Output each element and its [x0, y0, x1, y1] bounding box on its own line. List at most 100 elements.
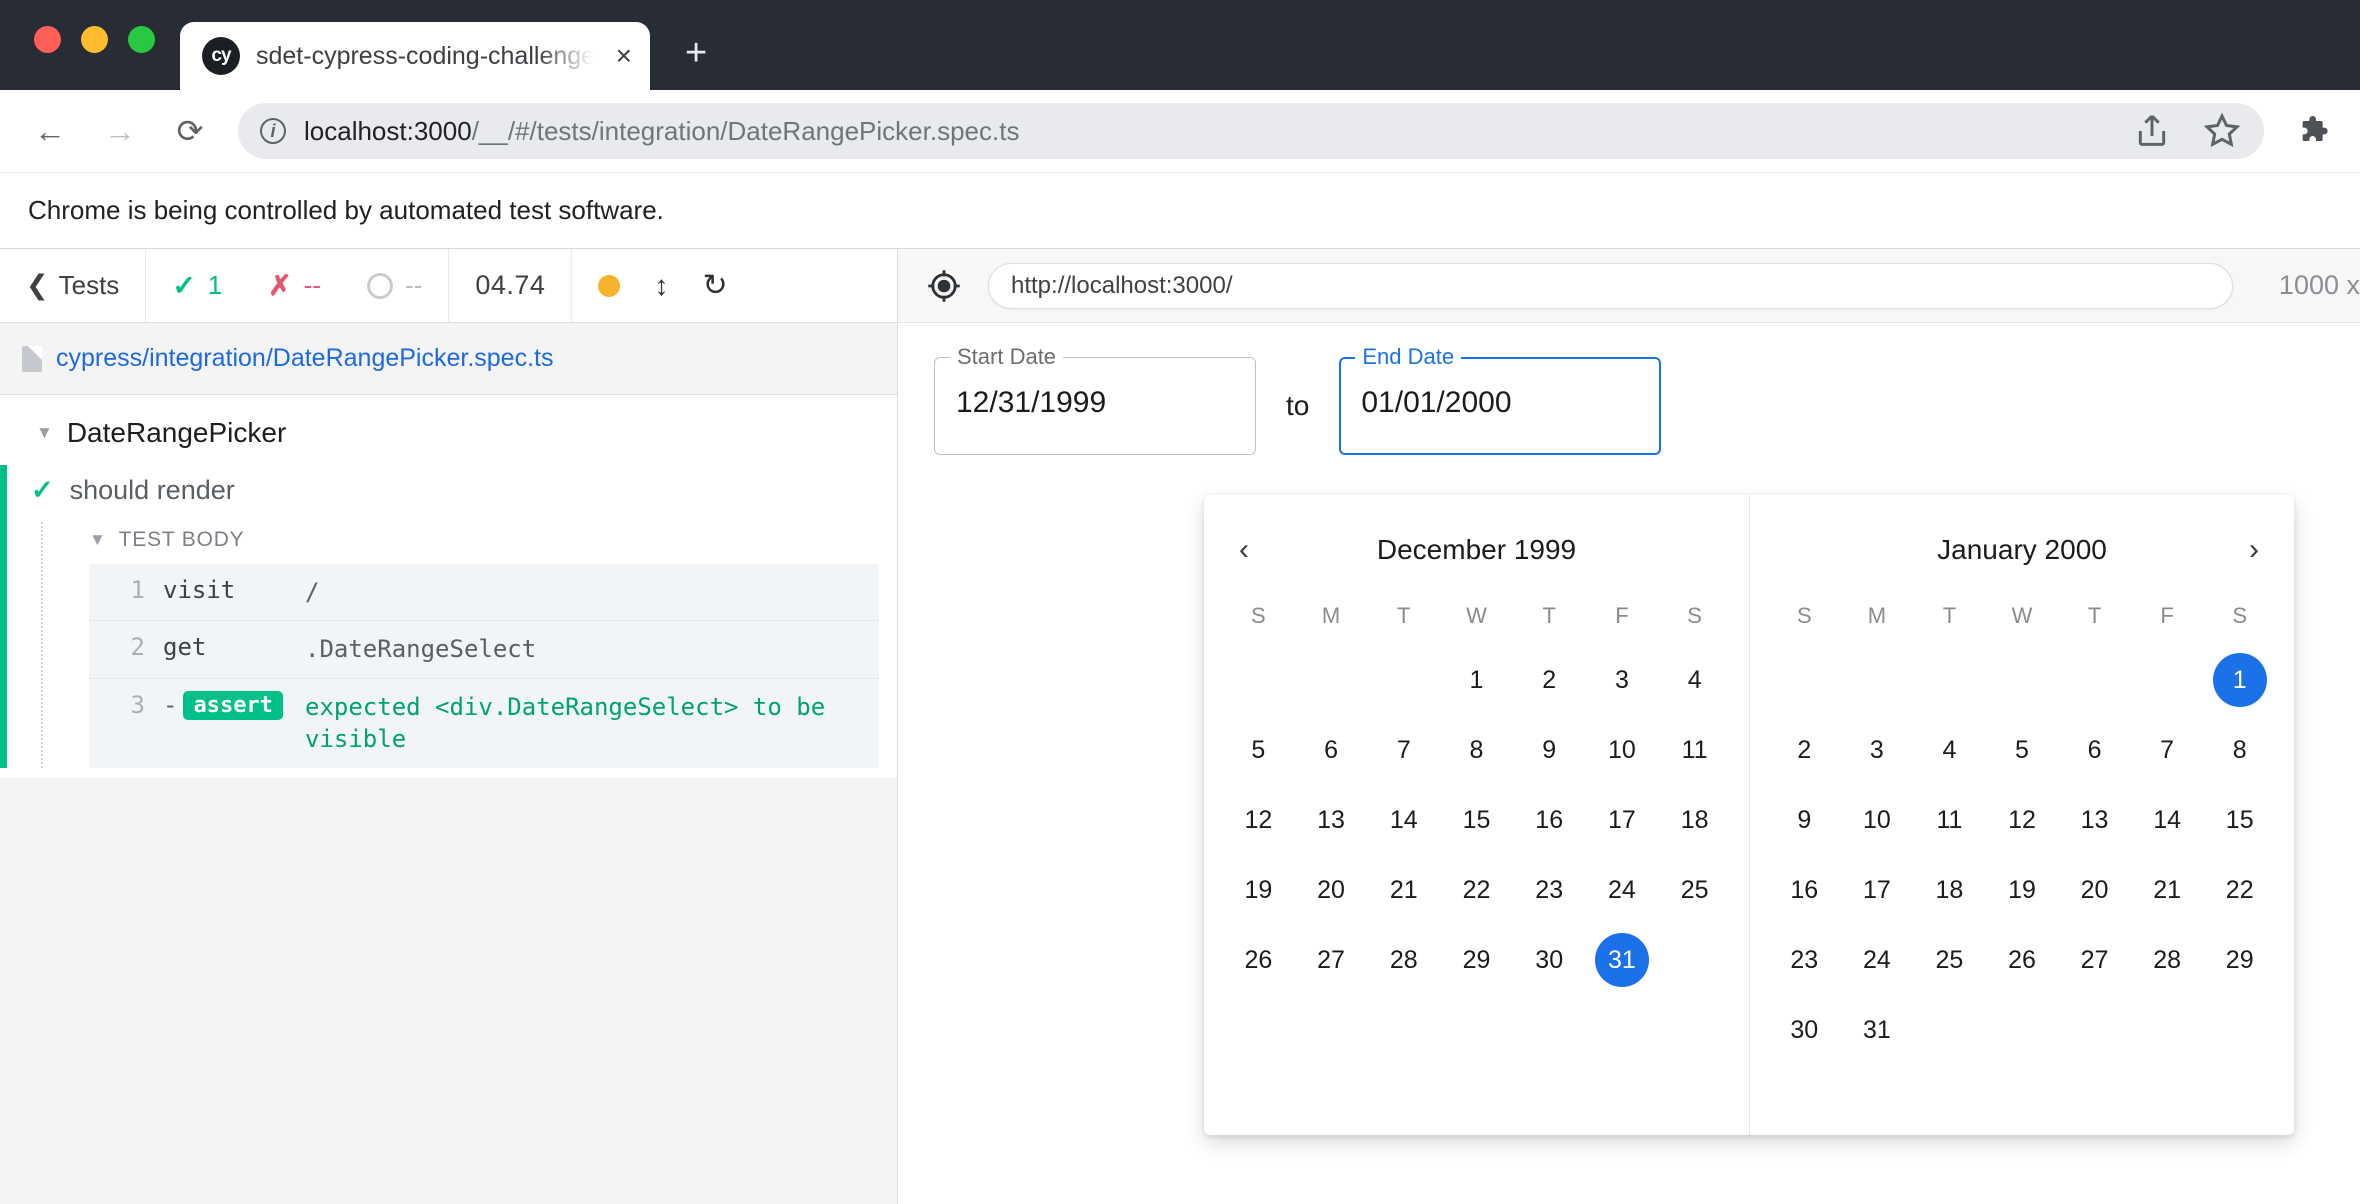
calendar-day[interactable]: 26	[1222, 925, 1295, 995]
command-row[interactable]: 1 visit /	[89, 564, 879, 622]
next-month-arrow-icon[interactable]: ›	[2232, 528, 2276, 572]
calendar-day-number: 1	[2212, 653, 2267, 707]
calendar-day[interactable]: 22	[1440, 855, 1513, 925]
start-date-field[interactable]: Start Date 12/31/1999	[934, 344, 1256, 455]
expand-collapse-icon[interactable]: ↕	[654, 270, 668, 302]
calendar-day[interactable]: 6	[2058, 715, 2131, 785]
calendar-day[interactable]: 22	[2203, 855, 2276, 925]
calendar-day[interactable]: 2	[1768, 715, 1841, 785]
calendar-day[interactable]: 3	[1841, 715, 1914, 785]
back-to-tests-button[interactable]: ❮ Tests	[0, 249, 147, 322]
calendar-day[interactable]: 4	[1658, 645, 1731, 715]
pause-dot-icon[interactable]	[598, 274, 621, 297]
calendar-day[interactable]: 23	[1768, 925, 1841, 995]
restart-tests-icon[interactable]: ↻	[702, 268, 727, 303]
calendar-day[interactable]: 7	[1367, 715, 1440, 785]
calendar-day[interactable]: 11	[1658, 715, 1731, 785]
calendar-day[interactable]: 21	[1367, 855, 1440, 925]
share-icon[interactable]	[2132, 111, 2172, 151]
prev-month-arrow-icon[interactable]: ‹	[1222, 528, 1266, 572]
calendar-day[interactable]: 16	[1513, 785, 1586, 855]
preview-url-field[interactable]: http://localhost:3000/	[988, 262, 2233, 309]
calendar-day[interactable]: 8	[2203, 715, 2276, 785]
calendar-day-grid: 1 2 3 4 5 6 7 8 9 10 11 12 13 14 15 16 17 18 19 20 21 22 23 24 2…	[1222, 645, 1731, 995]
calendar-day-empty	[1986, 645, 2059, 715]
forward-icon[interactable]: →	[98, 109, 142, 153]
calendar-day[interactable]: 19	[1222, 855, 1295, 925]
command-row[interactable]: 3- assert expected <div.DateRangeSelect> t…	[89, 679, 879, 768]
new-tab-button[interactable]: +	[685, 34, 707, 72]
calendar-day[interactable]: 10	[1586, 715, 1659, 785]
calendar-day[interactable]: 13	[1295, 785, 1368, 855]
calendar-day[interactable]: 8	[1440, 715, 1513, 785]
calendar-day[interactable]: 15	[2203, 785, 2276, 855]
back-icon[interactable]: ←	[28, 109, 72, 153]
calendar-day[interactable]: 21	[2131, 855, 2204, 925]
calendar-day[interactable]: 5	[1986, 715, 2059, 785]
close-icon[interactable]: ×	[616, 42, 632, 70]
calendar-day[interactable]: 17	[1841, 855, 1914, 925]
calendar-day[interactable]: 18	[1913, 855, 1986, 925]
calendar-day[interactable]: 12	[1986, 785, 2059, 855]
calendar-day[interactable]: 27	[2058, 925, 2131, 995]
calendar-day[interactable]: 28	[1367, 925, 1440, 995]
command-row[interactable]: 2 get .DateRangeSelect	[89, 621, 879, 679]
calendar-day[interactable]: 29	[2203, 925, 2276, 995]
window-maximize-button[interactable]	[128, 26, 155, 53]
end-date-field[interactable]: End Date 01/01/2000	[1339, 344, 1662, 455]
calendar-day-selected[interactable]: 31	[1586, 925, 1659, 995]
bookmark-star-icon[interactable]	[2202, 111, 2242, 151]
extensions-puzzle-icon[interactable]	[2296, 111, 2336, 151]
calendar-day[interactable]: 14	[1367, 785, 1440, 855]
test-row[interactable]: ✓ should render	[31, 465, 897, 522]
calendar-day[interactable]: 6	[1295, 715, 1368, 785]
calendar-day[interactable]: 20	[1295, 855, 1368, 925]
calendar-day[interactable]: 3	[1586, 645, 1659, 715]
chevron-left-icon: ❮	[26, 270, 49, 300]
site-info-icon[interactable]: i	[260, 118, 286, 144]
calendar-day[interactable]: 29	[1440, 925, 1513, 995]
calendar-day[interactable]: 4	[1913, 715, 1986, 785]
calendar-day[interactable]: 25	[1658, 855, 1731, 925]
calendar-day[interactable]: 9	[1768, 785, 1841, 855]
window-minimize-button[interactable]	[81, 26, 108, 53]
calendar-day[interactable]: 10	[1841, 785, 1914, 855]
calendar-day[interactable]: 30	[1768, 995, 1841, 1065]
calendar-day[interactable]: 17	[1586, 785, 1659, 855]
address-bar[interactable]: i localhost:3000/__/#/tests/integration/…	[238, 103, 2264, 159]
calendar-day[interactable]: 28	[2131, 925, 2204, 995]
calendar-day[interactable]: 20	[2058, 855, 2131, 925]
calendar-day[interactable]: 15	[1440, 785, 1513, 855]
spec-path-link[interactable]: cypress/integration/DateRangePicker.spec…	[56, 344, 553, 373]
calendar-day[interactable]: 23	[1513, 855, 1586, 925]
calendar-day[interactable]: 31	[1841, 995, 1914, 1065]
calendar-day[interactable]: 24	[1586, 855, 1659, 925]
calendar-day[interactable]: 30	[1513, 925, 1586, 995]
calendar-day[interactable]: 25	[1913, 925, 1986, 995]
calendar-day[interactable]: 13	[2058, 785, 2131, 855]
calendar-day[interactable]: 26	[1986, 925, 2059, 995]
x-icon: ✗	[268, 270, 292, 301]
calendar-day[interactable]: 12	[1222, 785, 1295, 855]
calendar-day[interactable]: 11	[1913, 785, 1986, 855]
calendar-day[interactable]: 19	[1986, 855, 2059, 925]
calendar-day-selected[interactable]: 1	[2203, 645, 2276, 715]
calendar-day[interactable]: 16	[1768, 855, 1841, 925]
calendar-day[interactable]: 14	[2131, 785, 2204, 855]
window-close-button[interactable]	[34, 26, 61, 53]
calendar-day[interactable]: 9	[1513, 715, 1586, 785]
suite-row[interactable]: ▼ DateRangePicker	[0, 395, 897, 461]
calendar-day[interactable]: 18	[1658, 785, 1731, 855]
stat-failed-value: --	[303, 270, 322, 300]
selector-playground-crosshair-icon[interactable]	[926, 268, 962, 304]
calendar-day[interactable]: 27	[1295, 925, 1368, 995]
calendar-day[interactable]: 1	[1440, 645, 1513, 715]
calendar-day[interactable]: 5	[1222, 715, 1295, 785]
calendar-day[interactable]: 2	[1513, 645, 1586, 715]
browser-tab[interactable]: cy sdet-cypress-coding-challenge ×	[180, 22, 650, 90]
calendar-day[interactable]: 24	[1841, 925, 1914, 995]
calendar-popup: ‹December 1999›SMTWTFS123456789101112131…	[1204, 495, 2294, 1135]
test-body-toggle[interactable]: ▼ TEST BODY	[89, 522, 897, 564]
reload-icon[interactable]: ⟳	[168, 109, 212, 153]
calendar-day[interactable]: 7	[2131, 715, 2204, 785]
